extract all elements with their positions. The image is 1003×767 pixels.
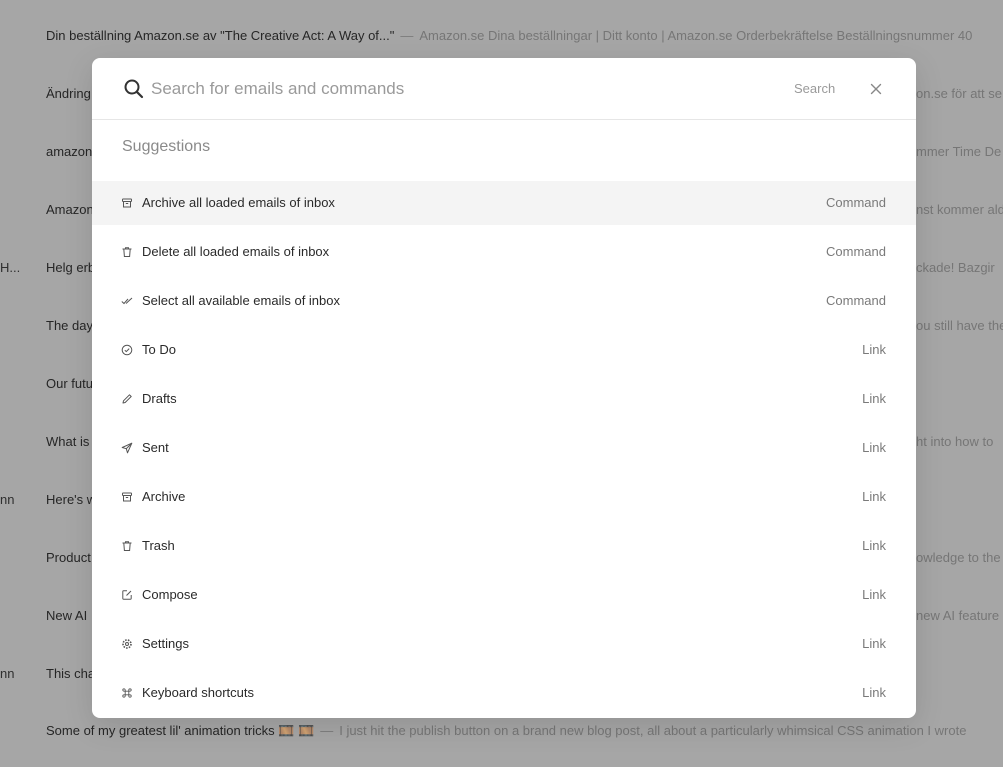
suggestion-kind: Link [862, 636, 886, 651]
email-preview: Amazon.se Dina beställningar | Ditt kont… [419, 28, 973, 43]
email-separator: — [320, 723, 334, 738]
suggestion-sent[interactable]: Sent Link [92, 426, 916, 470]
email-preview: I just hit the publish button on a brand… [339, 723, 967, 738]
suggestion-kind: Command [826, 195, 886, 210]
suggestion-label: To Do [142, 342, 176, 357]
suggestion-archive-all[interactable]: Archive all loaded emails of inbox Comma… [92, 181, 916, 225]
suggestion-kind: Link [862, 685, 886, 700]
suggestion-label: Drafts [142, 391, 177, 406]
email-separator: — [400, 28, 414, 43]
trash-icon [122, 541, 132, 551]
trash-icon [122, 247, 132, 257]
email-subject: The day [46, 318, 93, 333]
suggestion-label: Settings [142, 636, 189, 651]
suggestion-label: Delete all loaded emails of inbox [142, 244, 330, 259]
compose-icon [122, 590, 132, 600]
email-preview: ckade! Bazgir [916, 260, 995, 275]
archive-box-icon [122, 198, 132, 208]
send-icon [121, 442, 133, 454]
suggestion-label: Archive all loaded emails of inbox [142, 195, 335, 210]
email-subject: Din beställning Amazon.se av "The Creati… [46, 28, 395, 43]
suggestion-delete-all[interactable]: Delete all loaded emails of inbox Comman… [92, 230, 916, 274]
email-sender: H... [0, 260, 21, 275]
suggestion-archive[interactable]: Archive Link [92, 475, 916, 519]
suggestion-kind: Command [826, 293, 886, 308]
suggestion-trash[interactable]: Trash Link [92, 524, 916, 568]
suggestion-kind: Command [826, 244, 886, 259]
suggestion-label: Select all available emails of inbox [142, 293, 340, 308]
email-subject: What is [46, 434, 90, 449]
email-subject: New AI [46, 608, 88, 623]
archive-box-icon [122, 492, 132, 502]
email-row[interactable]: Din beställning Amazon.se av "The Creati… [0, 24, 1003, 48]
email-preview: ht into how to [916, 434, 994, 449]
email-subject: Helg erb [46, 260, 96, 275]
email-subject: Product [46, 550, 91, 565]
email-sender: nn [0, 666, 15, 681]
suggestion-label: Keyboard shortcuts [142, 685, 255, 700]
suggestion-label: Compose [142, 587, 198, 602]
suggestion-label: Archive [142, 489, 186, 504]
email-subject: Our futu [46, 376, 93, 391]
suggestion-kind: Link [862, 538, 886, 553]
email-preview: ou still have the [916, 318, 1003, 333]
suggestion-keyboard-shortcuts[interactable]: Keyboard shortcuts Link [92, 671, 916, 715]
email-subject: Some of my greatest lil' animation trick… [46, 723, 315, 738]
suggestion-select-all[interactable]: Select all available emails of inbox Com… [92, 279, 916, 323]
suggestion-kind: Link [862, 342, 886, 357]
email-preview: new AI feature [916, 608, 1000, 623]
suggestion-kind: Link [862, 440, 886, 455]
email-sender: nn [0, 492, 15, 507]
search-input[interactable] [151, 76, 751, 102]
email-preview: owledge to the [916, 550, 1001, 565]
email-subject: Ändring [46, 86, 91, 101]
suggestion-kind: Link [862, 587, 886, 602]
suggestion-todo[interactable]: To Do Link [92, 328, 916, 372]
email-subject: Amazon [46, 202, 94, 217]
search-button[interactable]: Search [794, 79, 835, 99]
command-palette: Search Suggestions Archive all loaded em… [92, 58, 916, 718]
todo-circle-icon [121, 344, 133, 356]
suggestion-settings[interactable]: Settings Link [92, 622, 916, 666]
check-all-icon [121, 297, 133, 305]
close-icon[interactable] [868, 81, 884, 97]
email-subject: Here's w [46, 492, 97, 507]
suggestion-kind: Link [862, 489, 886, 504]
search-bar: Search [92, 58, 916, 120]
pencil-icon [122, 394, 132, 404]
suggestion-label: Sent [142, 440, 169, 455]
email-preview: mmer Time De [916, 144, 1002, 159]
search-icon [124, 79, 144, 99]
email-subject: This cha [46, 666, 96, 681]
gear-icon [122, 639, 132, 649]
email-preview: on.se för att se [916, 86, 1002, 101]
command-key-icon [122, 688, 132, 698]
email-row[interactable]: Some of my greatest lil' animation trick… [0, 719, 1003, 743]
email-preview: nst kommer ald [916, 202, 1003, 217]
suggestions-heading: Suggestions [122, 138, 211, 155]
suggestion-kind: Link [862, 391, 886, 406]
email-subject: amazon [46, 144, 93, 159]
suggestion-compose[interactable]: Compose Link [92, 573, 916, 617]
suggestion-label: Trash [142, 538, 175, 553]
suggestion-drafts[interactable]: Drafts Link [92, 377, 916, 421]
